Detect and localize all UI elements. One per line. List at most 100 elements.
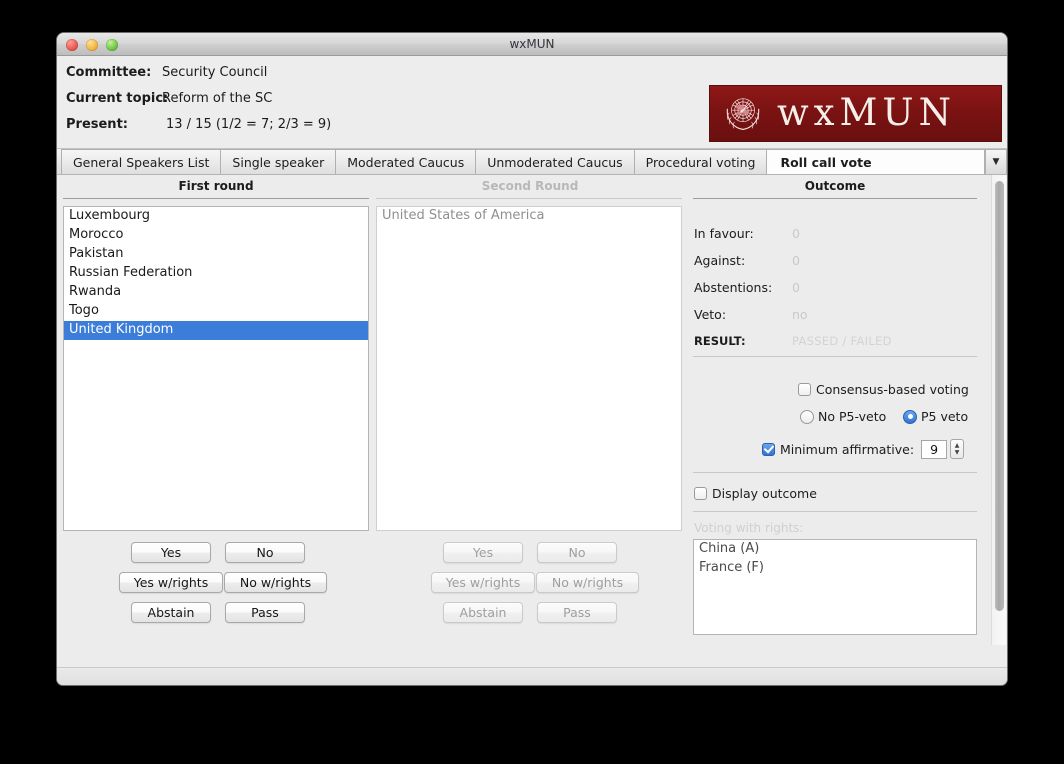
against-value: 0 [792, 253, 800, 268]
no-p5-veto-radio[interactable]: No P5-veto [800, 409, 886, 424]
tab-label: Unmoderated Caucus [487, 155, 622, 170]
second-round-list[interactable]: United States of America [376, 206, 682, 531]
tab-single-speaker[interactable]: Single speaker [221, 149, 336, 174]
p5-veto-radio[interactable]: P5 veto [903, 409, 968, 424]
in-favour-row: In favour:0 [694, 226, 800, 241]
tab-label: Roll call vote [780, 155, 871, 170]
result-value: PASSED / FAILED [792, 334, 892, 348]
minimum-affirmative-control[interactable]: Minimum affirmative: 9 ▲ ▼ [762, 439, 964, 459]
voting-with-rights-label: Voting with rights: [694, 521, 803, 535]
tab-label: Single speaker [232, 155, 324, 170]
present-row: Present: 13 / 15 (1/2 = 7; 2/3 = 9) [66, 117, 331, 132]
application-window: wxMUN Committee:Security Council Current… [57, 33, 1007, 685]
tab-unmoderated-caucus[interactable]: Unmoderated Caucus [476, 149, 634, 174]
logo-wordmark: wxMUN [777, 94, 956, 134]
radio-icon-selected[interactable] [903, 410, 917, 424]
first-round-pass-button[interactable]: Pass [225, 602, 305, 623]
second-round-yes-button: Yes [443, 542, 523, 563]
first-round-no-button[interactable]: No [225, 542, 305, 563]
second-round-no-button: No [537, 542, 617, 563]
committee-label: Committee: [66, 65, 162, 80]
consensus-based-voting-label: Consensus-based voting [816, 382, 969, 397]
veto-row: Veto:no [694, 307, 808, 322]
chevron-down-icon[interactable]: ▼ [985, 149, 1007, 174]
minimum-affirmative-stepper[interactable]: ▲ ▼ [950, 439, 964, 459]
display-outcome-label: Display outcome [712, 486, 817, 501]
veto-label: Veto: [694, 307, 792, 322]
against-row: Against:0 [694, 253, 800, 268]
list-item[interactable]: Pakistan [64, 245, 368, 264]
first-round-header: First round [61, 179, 371, 193]
minimum-affirmative-label: Minimum affirmative: [780, 442, 914, 457]
wxmun-logo-banner: wxMUN [709, 85, 1002, 142]
list-item-selected[interactable]: United Kingdom [64, 321, 368, 340]
tab-roll-call-vote[interactable]: Roll call vote [767, 149, 985, 174]
veto-value: no [792, 307, 808, 322]
voting-with-rights-list[interactable]: China (A) France (F) [693, 539, 977, 635]
result-label: RESULT: [694, 334, 792, 348]
tab-moderated-caucus[interactable]: Moderated Caucus [336, 149, 476, 174]
outcome-separator-2 [693, 472, 977, 473]
outcome-separator-3 [693, 511, 977, 512]
window-titlebar: wxMUN [57, 33, 1007, 56]
second-round-yes-w-rights-button: Yes w/rights [431, 572, 535, 593]
p5-veto-label: P5 veto [921, 409, 968, 424]
roll-call-vote-panel: First round Luxembourg Morocco Pakistan … [57, 175, 1007, 645]
list-item[interactable]: France (F) [694, 559, 976, 578]
checkbox-icon-checked[interactable] [762, 443, 775, 456]
scrollbar-thumb[interactable] [995, 181, 1004, 611]
abstentions-value: 0 [792, 280, 800, 295]
first-round-yes-w-rights-button[interactable]: Yes w/rights [119, 572, 223, 593]
radio-icon[interactable] [800, 410, 814, 424]
list-item[interactable]: Togo [64, 302, 368, 321]
list-item[interactable]: Rwanda [64, 283, 368, 302]
list-item[interactable]: China (A) [694, 540, 976, 559]
vertical-scrollbar[interactable] [991, 175, 1006, 645]
consensus-based-voting-checkbox[interactable]: Consensus-based voting [798, 382, 969, 397]
un-emblem-icon [720, 89, 766, 139]
list-item[interactable]: Russian Federation [64, 264, 368, 283]
info-header: Committee:Security Council Current topic… [57, 56, 1007, 149]
window-footer [57, 667, 1007, 685]
committee-value: Security Council [162, 65, 267, 80]
list-item[interactable]: Luxembourg [64, 207, 368, 226]
tab-procedural-voting[interactable]: Procedural voting [635, 149, 768, 174]
in-favour-value: 0 [792, 226, 800, 241]
outcome-divider [693, 198, 977, 199]
checkbox-icon[interactable] [694, 487, 707, 500]
current-topic-label: Current topic: [66, 91, 162, 106]
first-round-divider [63, 198, 369, 199]
second-round-abstain-button: Abstain [443, 602, 523, 623]
display-outcome-checkbox[interactable]: Display outcome [694, 486, 817, 501]
checkbox-icon[interactable] [798, 383, 811, 396]
first-round-yes-button[interactable]: Yes [131, 542, 211, 563]
stepper-up-icon[interactable]: ▲ [955, 442, 960, 449]
abstentions-label: Abstentions: [694, 280, 792, 295]
tab-label: Procedural voting [646, 155, 756, 170]
second-round-pass-button: Pass [537, 602, 617, 623]
stepper-down-icon[interactable]: ▼ [955, 449, 960, 456]
against-label: Against: [694, 253, 792, 268]
present-value: 13 / 15 (1/2 = 7; 2/3 = 9) [166, 117, 331, 132]
first-round-no-w-rights-button[interactable]: No w/rights [224, 572, 327, 593]
no-p5-veto-label: No P5-veto [818, 409, 886, 424]
current-topic-value: Reform of the SC [162, 91, 272, 106]
first-round-abstain-button[interactable]: Abstain [131, 602, 211, 623]
minimum-affirmative-input[interactable]: 9 [921, 440, 947, 459]
result-row: RESULT:PASSED / FAILED [694, 333, 892, 348]
list-item[interactable]: Morocco [64, 226, 368, 245]
in-favour-label: In favour: [694, 226, 792, 241]
tab-bar: General Speakers List Single speaker Mod… [57, 149, 1007, 175]
outcome-separator-1 [693, 356, 977, 357]
present-label: Present: [66, 117, 162, 132]
current-topic-row: Current topic:Reform of the SC [66, 91, 272, 106]
first-round-list[interactable]: Luxembourg Morocco Pakistan Russian Fede… [63, 206, 369, 531]
tab-label: General Speakers List [73, 155, 209, 170]
second-round-header: Second Round [374, 179, 686, 193]
tab-label: Moderated Caucus [347, 155, 464, 170]
committee-row: Committee:Security Council [66, 65, 267, 80]
list-item[interactable]: United States of America [377, 207, 681, 226]
tab-general-speakers-list[interactable]: General Speakers List [61, 149, 221, 174]
second-round-divider [376, 198, 682, 199]
window-title: wxMUN [57, 37, 1007, 51]
